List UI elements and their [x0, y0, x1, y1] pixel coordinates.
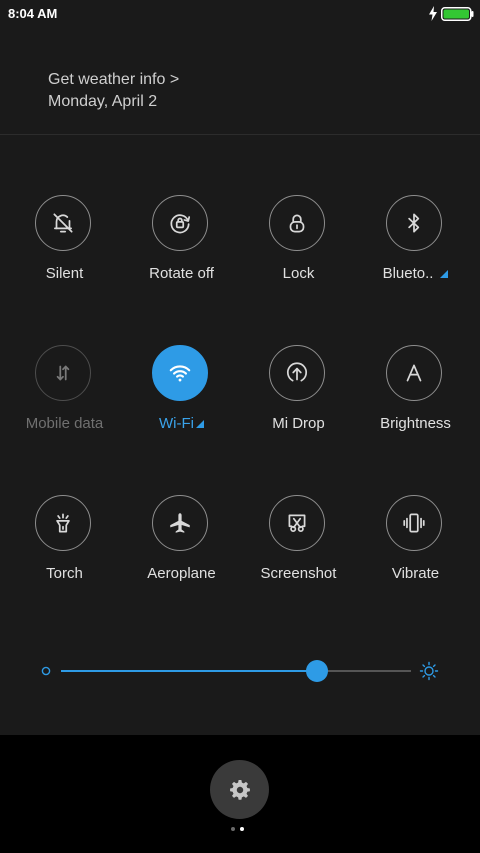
lock-icon: [289, 214, 305, 233]
toggle-wifi-label-text: Wi-Fi: [159, 415, 194, 432]
auto-brightness-icon: [406, 364, 422, 382]
toggle-screenshot[interactable]: Screenshot: [240, 495, 357, 605]
toggle-rotate-button[interactable]: [152, 195, 208, 251]
toggle-bluetooth-label: Blueto..: [347, 265, 480, 282]
toggle-mi-drop[interactable]: Mi Drop: [240, 345, 357, 455]
page-dot-active: [240, 827, 244, 831]
sun-high-icon: [419, 661, 439, 681]
rotate-lock-icon: [170, 214, 191, 234]
brightness-thumb[interactable]: [306, 660, 328, 682]
toggle-aeroplane-button[interactable]: [152, 495, 208, 551]
toggle-vibrate-label: Vibrate: [391, 565, 440, 582]
toggle-bluetooth-label-text: Blueto..: [382, 265, 434, 282]
battery-icon: [441, 7, 474, 21]
vibrate-icon: [403, 513, 425, 533]
charging-bolt-icon: [429, 6, 437, 21]
airplane-icon: [170, 513, 190, 533]
settings-button[interactable]: [210, 760, 269, 819]
bell-off-icon: [53, 213, 73, 233]
page-dot: [231, 827, 235, 831]
toggle-torch[interactable]: Torch: [6, 495, 123, 605]
bluetooth-icon: [408, 213, 420, 233]
more-options-indicator-icon: [440, 270, 449, 278]
brightness-track-fill: [61, 670, 317, 672]
toggle-brightness-label: Brightness: [380, 415, 451, 432]
toggle-mobile-data-button[interactable]: [35, 345, 91, 401]
page-indicator: [231, 827, 251, 833]
sun-low-icon: [41, 666, 51, 676]
more-options-indicator-icon: [195, 420, 204, 428]
torch-icon: [56, 513, 70, 533]
toggle-silent-button[interactable]: [35, 195, 91, 251]
toggle-vibrate[interactable]: Vibrate: [357, 495, 474, 605]
brightness-track[interactable]: [61, 670, 411, 672]
gear-icon: [229, 779, 250, 800]
header-divider: [0, 134, 480, 135]
toggle-screenshot-button[interactable]: [269, 495, 325, 551]
toggle-lock[interactable]: Lock: [240, 195, 357, 305]
toggle-mi-drop-button[interactable]: [269, 345, 325, 401]
wifi-icon: [169, 365, 191, 382]
toggle-vibrate-button[interactable]: [386, 495, 442, 551]
toggle-brightness-button[interactable]: [386, 345, 442, 401]
status-time: 8:04 AM: [8, 6, 58, 21]
toggle-wifi[interactable]: Wi-Fi: [123, 345, 240, 455]
status-bar: 8:04 AM: [0, 0, 480, 28]
toggle-aeroplane[interactable]: Aeroplane: [123, 495, 240, 605]
toggle-bluetooth[interactable]: Blueto..: [357, 195, 474, 305]
toggle-lock-button[interactable]: [269, 195, 325, 251]
weather-info-link[interactable]: Get weather info >: [48, 71, 179, 89]
toggle-rotate[interactable]: Rotate off: [123, 195, 240, 305]
toggle-bluetooth-button[interactable]: [386, 195, 442, 251]
mobile-data-icon: [56, 365, 70, 381]
brightness-slider[interactable]: [0, 652, 480, 692]
toggle-silent[interactable]: Silent: [6, 195, 123, 305]
toggle-mobile-data[interactable]: Mobile data: [6, 345, 123, 455]
toggle-brightness[interactable]: Brightness: [357, 345, 474, 455]
toggle-wifi-button[interactable]: [152, 345, 208, 401]
date-label: Monday, April 2: [48, 93, 158, 110]
screenshot-icon: [288, 514, 306, 532]
toggle-torch-button[interactable]: [35, 495, 91, 551]
mi-drop-icon: [286, 362, 308, 382]
control-panel: 8:04 AM Get weather info > Monday, April…: [0, 0, 480, 735]
